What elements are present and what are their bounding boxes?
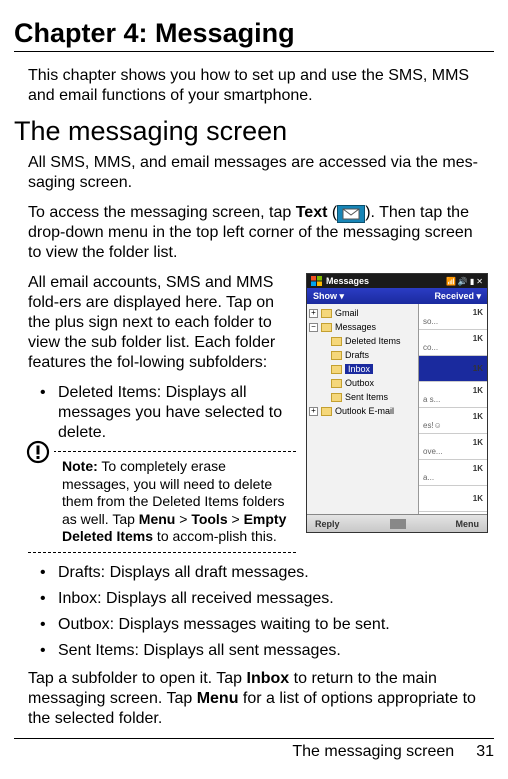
note-tools: Tools: [191, 511, 227, 527]
tree-outlook: Outlook E-mail: [335, 406, 394, 416]
keyboard-icon: [390, 519, 406, 529]
signal-icon: 📶: [446, 277, 456, 286]
note-menu: Menu: [139, 511, 176, 527]
folder-icon: [331, 365, 342, 374]
tree-drafts: Drafts: [345, 350, 369, 360]
folder-icon: [331, 379, 342, 388]
text-label: Text: [296, 204, 328, 221]
folder-icon: [321, 407, 332, 416]
phone-softkey-bar: Reply Menu: [307, 514, 487, 532]
note-text: Note: To completely erase messages, you …: [28, 458, 296, 546]
chapter-title: Chapter 4: Messaging: [14, 18, 494, 49]
start-flag-icon: [311, 276, 322, 286]
bullet-sent: Sent Items: Displays all sent messages.: [40, 641, 488, 661]
alert-icon: [26, 440, 54, 464]
section-title: The messaging screen: [14, 116, 494, 147]
note-prefix: Note:: [62, 458, 98, 474]
phone-status-icons: 📶 🔊 ▮ ✕: [446, 277, 483, 286]
tail-inbox: Inbox: [247, 670, 290, 687]
folder-icon: [331, 393, 342, 402]
tree-sent: Sent Items: [345, 392, 388, 402]
folder-icon: [321, 309, 332, 318]
expand-icon: +: [309, 407, 318, 416]
tree-inbox: Inbox: [345, 364, 373, 374]
messaging-icon: [337, 205, 365, 223]
paragraph-2: To access the messaging screen, tap Text…: [28, 203, 488, 263]
note-box: Note: To completely erase messages, you …: [28, 451, 296, 553]
title-rule: [14, 51, 494, 52]
footer-section-title: The messaging screen: [292, 743, 454, 761]
received-label: Received ▾: [434, 291, 481, 302]
page-footer: The messaging screen 31: [14, 738, 494, 761]
menu-softkey: Menu: [455, 519, 479, 529]
close-icon: ✕: [476, 277, 483, 286]
show-label: Show ▾: [313, 291, 344, 302]
p2-c: (: [327, 204, 337, 221]
tree-messages: Messages: [335, 322, 376, 332]
phone-title: Messages: [326, 276, 369, 286]
paragraph-1: All SMS, MMS, and email messages are acc…: [28, 153, 488, 193]
list-item: 1Kove...: [419, 434, 487, 460]
bullet-inbox: Inbox: Displays all received messages.: [40, 589, 488, 609]
p2-a: To access the messaging screen, tap: [28, 204, 296, 221]
tail-paragraph: Tap a subfolder to open it. Tap Inbox to…: [28, 669, 488, 729]
phone-status-bar: Messages 📶 🔊 ▮ ✕: [307, 274, 487, 288]
note-gt1: >: [175, 511, 191, 527]
note-gt2: >: [228, 511, 244, 527]
battery-icon: ▮: [470, 277, 474, 286]
list-item: 1Kes!☺: [419, 408, 487, 434]
reply-softkey: Reply: [315, 519, 340, 529]
tail-menu: Menu: [197, 690, 239, 707]
note-end: to accom-plish this.: [153, 528, 277, 544]
list-item: 1Kso...: [419, 304, 487, 330]
intro-paragraph: This chapter shows you how to set up and…: [28, 66, 488, 106]
list-item: 1Ka...: [419, 460, 487, 486]
list-item: 1Kco...: [419, 330, 487, 356]
speaker-icon: 🔊: [458, 277, 468, 286]
tree-deleted: Deleted Items: [345, 336, 401, 346]
tail-a: Tap a subfolder to open it. Tap: [28, 670, 247, 687]
phone-header-bar: Show ▾ Received ▾: [307, 288, 487, 304]
bullet-outbox: Outbox: Displays messages waiting to be …: [40, 615, 488, 635]
list-item: 1K: [419, 486, 487, 512]
footer-page-number: 31: [476, 743, 494, 761]
folder-icon: [321, 323, 332, 332]
folder-tree: + Gmail − Messages Deleted Items Drafts In…: [307, 304, 419, 514]
tree-gmail: Gmail: [335, 308, 359, 318]
bullet-drafts: Drafts: Displays all draft messages.: [40, 563, 488, 583]
folder-icon: [331, 351, 342, 360]
list-item: 1Ka s...: [419, 382, 487, 408]
paragraph-3: All email accounts, SMS and MMS fold-ers…: [28, 273, 296, 373]
bullet-deleted-items: Deleted Items: Displays all messages you…: [40, 383, 296, 443]
folder-icon: [331, 337, 342, 346]
collapse-icon: −: [309, 323, 318, 332]
tree-outbox: Outbox: [345, 378, 374, 388]
phone-screenshot: Messages 📶 🔊 ▮ ✕ Show ▾ Received ▾: [306, 273, 488, 533]
expand-icon: +: [309, 309, 318, 318]
list-item-selected: 1K: [419, 356, 487, 382]
message-list: 1Kso... 1Kco... 1K 1Ka s... 1Kes!☺ 1Kove…: [419, 304, 487, 514]
